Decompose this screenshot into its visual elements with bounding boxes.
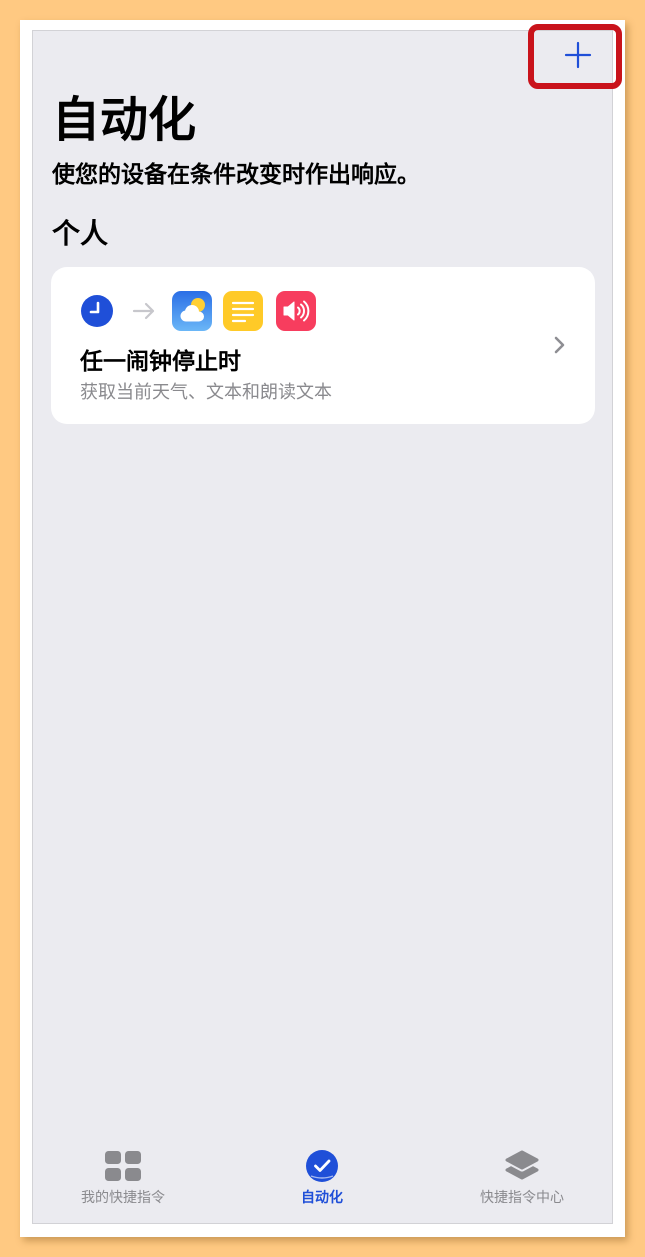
arrow-right-icon [132,302,155,320]
tab-label: 我的快捷指令 [81,1190,165,1206]
tab-gallery[interactable]: 快捷指令中心 [452,1146,592,1220]
automation-card[interactable]: 任一闹钟停止时 获取当前天气、文本和朗读文本 [51,267,595,424]
page-title: 自动化 [52,92,197,148]
automation-icon [306,1150,338,1182]
text-icon [223,291,263,331]
plus-icon [564,41,592,69]
clock-icon [81,295,113,327]
grid-icon [105,1151,141,1181]
gallery-icon [504,1149,540,1180]
tab-icon-wrapper [504,1146,540,1186]
chevron-right-icon [554,336,565,354]
automation-description: 获取当前天气、文本和朗读文本 [80,382,332,403]
tab-icon-wrapper [105,1146,141,1186]
page-subtitle: 使您的设备在条件改变时作出响应。 [52,162,420,188]
tab-label: 自动化 [301,1190,343,1206]
tab-icon-wrapper [305,1146,339,1186]
tab-my-shortcuts[interactable]: 我的快捷指令 [53,1146,193,1220]
weather-icon [172,291,212,331]
tab-label: 快捷指令中心 [480,1190,564,1206]
app-screen: 自动化 使您的设备在条件改变时作出响应。 个人 任一闹钟停止时 获取当前天气、文… [32,30,613,1224]
tab-automation[interactable]: 自动化 [252,1146,392,1220]
tab-bar: 我的快捷指令 自动化 快捷指令中心 [33,1140,612,1223]
speak-text-icon [276,291,316,331]
section-title: 个人 [52,217,109,250]
add-automation-button[interactable] [553,31,603,79]
automation-title: 任一闹钟停止时 [80,349,241,375]
